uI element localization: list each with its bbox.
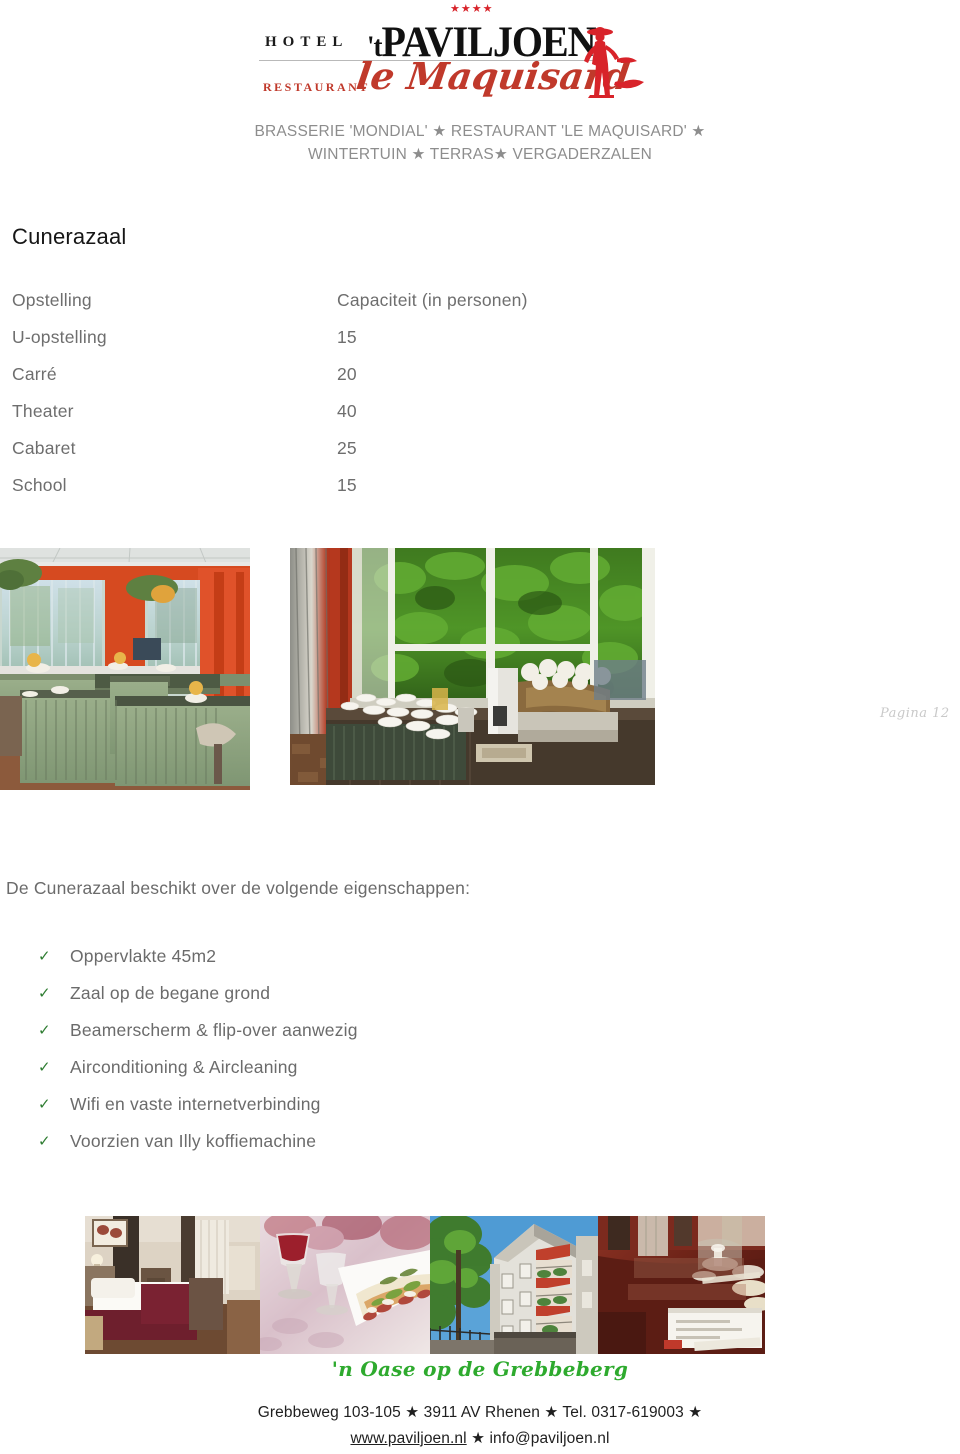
table-row: U-opstelling 15 <box>12 327 552 364</box>
feature-label: Beamerscherm & flip-over aanwezig <box>70 1020 358 1040</box>
cell-opstelling: Cabaret <box>12 438 76 458</box>
table-row: Cabaret 25 <box>12 438 552 475</box>
table-header-row: Opstelling Capaciteit (in personen) <box>12 290 552 327</box>
column-header-capaciteit: Capaciteit (in personen) <box>337 290 528 310</box>
checkmark-icon: ✓ <box>38 1022 51 1039</box>
features-list: ✓ Oppervlakte 45m2 ✓ Zaal op de begane g… <box>38 945 558 1167</box>
features-intro-text: De Cunerazaal beschikt over de volgende … <box>6 878 471 898</box>
email-link[interactable]: info@paviljoen.nl <box>490 1430 610 1447</box>
hotel-logo: ★★★★ HOTEL 'tPAVILJOEN RESTAURANT le Maq… <box>255 2 655 110</box>
logo-hotel-word: HOTEL <box>265 34 349 50</box>
checkmark-icon: ✓ <box>38 985 51 1002</box>
cell-capaciteit: 20 <box>337 364 357 384</box>
footer-separator-star: ★ <box>471 1430 486 1447</box>
checkmark-icon: ✓ <box>38 1133 51 1150</box>
feature-label: Oppervlakte 45m2 <box>70 946 217 966</box>
feature-label: Wifi en vaste internetverbinding <box>70 1094 321 1114</box>
table-row: School 15 <box>12 475 552 512</box>
list-item: ✓ Beamerscherm & flip-over aanwezig <box>38 1019 558 1056</box>
maquisard-silhouette-icon <box>584 27 644 98</box>
feature-label: Zaal op de begane grond <box>70 983 271 1003</box>
tagline-text: 'n Oase op de Grebbeberg <box>331 1357 629 1381</box>
page-number-label: Pagina 12 <box>880 706 950 721</box>
cell-capaciteit: 15 <box>337 327 357 347</box>
cell-opstelling: Carré <box>12 364 57 384</box>
cell-opstelling: U-opstelling <box>12 327 107 347</box>
feature-label: Voorzien van Illy koffiemachine <box>70 1131 317 1151</box>
footer-contact-line: www.paviljoen.nl ★ info@paviljoen.nl <box>0 1429 960 1448</box>
table-row: Theater 40 <box>12 401 552 438</box>
checkmark-icon: ✓ <box>38 1096 51 1113</box>
list-item: ✓ Voorzien van Illy koffiemachine <box>38 1130 558 1167</box>
bottom-photo-strip <box>85 1216 765 1354</box>
capacity-table: Opstelling Capaciteit (in personen) U-op… <box>12 290 552 512</box>
cell-opstelling: School <box>12 475 67 495</box>
hotel-bedroom-photo <box>85 1216 260 1354</box>
column-header-opstelling: Opstelling <box>12 290 92 310</box>
cell-capaciteit: 15 <box>337 475 357 495</box>
cell-opstelling: Theater <box>12 401 74 421</box>
four-stars-icon: ★★★★ <box>450 3 494 15</box>
establishment-subtitle: BRASSERIE 'MONDIAL' ★ RESTAURANT 'LE MAQ… <box>0 120 960 166</box>
website-link[interactable]: www.paviljoen.nl <box>350 1430 466 1447</box>
feature-label: Airconditioning & Aircleaning <box>70 1057 298 1077</box>
hotel-exterior-photo <box>430 1216 598 1354</box>
checkmark-icon: ✓ <box>38 948 51 965</box>
list-item: ✓ Zaal op de begane grond <box>38 982 558 1019</box>
footer-address-line: Grebbeweg 103-105 ★ 3911 AV Rhenen ★ Tel… <box>257 1404 703 1421</box>
cell-capaciteit: 40 <box>337 401 357 421</box>
subtitle-line-1: BRASSERIE 'MONDIAL' ★ RESTAURANT 'LE MAQ… <box>254 123 706 140</box>
wine-and-food-photo <box>260 1216 430 1354</box>
coffee-buffet-photo <box>290 548 655 785</box>
cell-capaciteit: 25 <box>337 438 357 458</box>
meeting-room-photo <box>0 548 250 790</box>
list-item: ✓ Oppervlakte 45m2 <box>38 945 558 982</box>
table-setting-photo <box>598 1216 765 1354</box>
table-row: Carré 20 <box>12 364 552 401</box>
checkmark-icon: ✓ <box>38 1059 51 1076</box>
page-title: Cunerazaal <box>12 224 127 249</box>
document-page: ★★★★ HOTEL 'tPAVILJOEN RESTAURANT le Maq… <box>0 0 960 1454</box>
list-item: ✓ Wifi en vaste internetverbinding <box>38 1093 558 1130</box>
subtitle-line-2: WINTERTUIN ★ TERRAS★ VERGADERZALEN <box>307 146 653 163</box>
list-item: ✓ Airconditioning & Aircleaning <box>38 1056 558 1093</box>
